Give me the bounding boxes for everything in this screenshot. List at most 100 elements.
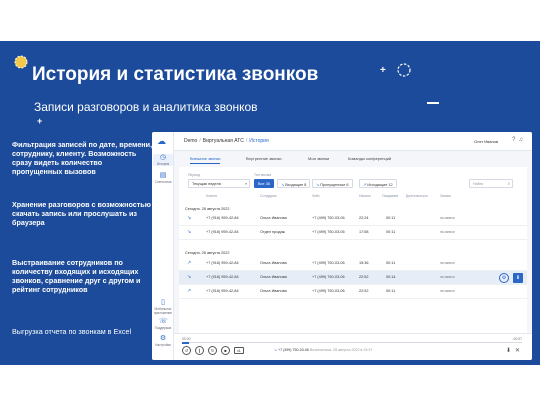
tab-external-calls[interactable]: Внешние звонки <box>190 156 221 164</box>
table-row[interactable]: ↘ +7 (916) 959-42-84 Ольга Иванова +7 (4… <box>179 212 527 226</box>
chip-count: 6 <box>346 183 349 187</box>
phone-icon: ▯ <box>161 299 165 306</box>
column-header-start[interactable]: Начало <box>359 194 371 198</box>
column-header-line[interactable]: Чейз <box>312 194 320 198</box>
slide-subtitle: Записи разговоров и аналитика звонков <box>34 100 258 114</box>
player-call-info: ↘ +7 (499) 750-03-06 Вознесенска, 28 авг… <box>274 348 372 352</box>
breadcrumb-section[interactable]: Виртуальная АТС <box>203 138 244 144</box>
history-panel: Период Текущая неделя ▾ Тип звонка Все 3… <box>179 167 527 360</box>
filter-chip-outgoing[interactable]: ↗Исходящие 12 <box>359 179 397 188</box>
employee-name: Ольга Иванова <box>260 289 287 293</box>
filter-chip-all[interactable]: Все 36 <box>254 179 274 188</box>
player-seek-bar[interactable] <box>182 341 522 344</box>
breadcrumb-root[interactable]: Demo <box>184 138 197 144</box>
wait-time: 00:14 <box>386 275 396 279</box>
gear-icon: ⚙ <box>159 335 167 342</box>
presentation-slide: + + История и статистика звонков Записи … <box>0 41 540 365</box>
date-group-label: Сегодня, 28 августа 2022 <box>185 251 230 255</box>
player-actions: ⬇✕ <box>506 347 524 354</box>
chip-label: Исходящие <box>367 183 388 187</box>
player-time-total: -00:57 <box>512 337 522 341</box>
player-progress-fill <box>182 341 189 344</box>
download-record-button[interactable]: ⬇ <box>513 273 523 283</box>
chip-label: Все <box>258 182 265 186</box>
line-number: +7 (499) 750-03-06 <box>312 289 345 293</box>
missed-call-icon: ↘ <box>316 183 320 187</box>
record-status: на записи <box>440 261 455 265</box>
feature-recordings: Хранение разговоров с возможностью скача… <box>12 200 151 227</box>
search-icon: ⌕ <box>507 181 510 186</box>
incoming-call-icon: ↘ <box>281 183 285 187</box>
sidebar-item-mobile-app[interactable]: ▯ Мобильное приложение <box>153 299 173 315</box>
table-row[interactable]: ↘ +7 (916) 959-42-84 Отдел продаж +7 (49… <box>179 226 527 240</box>
forward-button[interactable]: ↻ <box>208 346 217 355</box>
history-icon: ◷ <box>159 154 167 161</box>
tab-internal-calls[interactable]: Внутренние звонки <box>246 156 281 161</box>
sidebar-item-label: Поддержка <box>154 326 172 330</box>
support-icon: ☏ <box>159 318 168 325</box>
filter-chip-missed[interactable]: ↘Пропущенные 6 <box>312 179 353 188</box>
player-call-detail: Вознесенска, 28 августа 2022 в 15:37 <box>309 348 373 352</box>
period-label: Период <box>188 173 200 177</box>
chip-label: Входящие <box>285 183 304 187</box>
record-status: на записи <box>440 289 455 293</box>
player-time-current: 00:00 <box>182 337 191 341</box>
user-name[interactable]: Олег Иванов <box>474 139 498 144</box>
call-tabs: Внешние звонки Внутренние звонки Мои зво… <box>174 152 532 164</box>
playback-speed-button[interactable]: x1 <box>234 347 244 354</box>
outgoing-call-icon: ↗ <box>363 183 367 187</box>
download-icon[interactable]: ⬇ <box>506 348 515 354</box>
filter-chip-incoming[interactable]: ↘Входящие 8 <box>277 179 311 188</box>
column-header-record[interactable]: Запись <box>440 194 451 198</box>
feature-excel-export: Выгрузка отчета по звонкам в Excel <box>12 327 132 336</box>
call-type-label: Тип звонка <box>254 173 272 177</box>
column-header-employee[interactable]: Сотрудник <box>260 194 276 198</box>
table-row[interactable]: ↗ +7 (916) 959-42-84 Ольга Иванова +7 (4… <box>179 285 527 299</box>
player-line-number: +7 (499) 750-03-06 <box>278 348 309 352</box>
sidebar-item-settings[interactable]: ⚙ Настройки <box>153 335 173 347</box>
tab-my-calls[interactable]: Мои звонки <box>308 156 329 161</box>
table-row[interactable]: ↗ +7 (916) 959-42-84 Ольга Иванова +7 (4… <box>179 257 527 271</box>
rewind-button[interactable]: ↺ <box>182 346 191 355</box>
sidebar-item-history[interactable]: ◷ История <box>153 154 173 166</box>
chip-count: 8 <box>304 183 307 187</box>
wait-time: 00:11 <box>386 216 396 220</box>
plus-decoration: + <box>380 65 386 76</box>
record-status: на записи <box>440 230 455 234</box>
sidebar-item-label: История <box>156 162 170 166</box>
feature-filtering: Фильтрация записей по дате, времени, сот… <box>12 140 153 176</box>
client-number: +7 (916) 959-42-84 <box>206 261 239 265</box>
pause-button[interactable]: ∥ <box>195 346 204 355</box>
tab-conference-commands[interactable]: Команды конференций <box>348 156 391 161</box>
close-icon[interactable]: ✕ <box>515 348 524 354</box>
sidebar-item-support[interactable]: ☏ Поддержка <box>153 318 173 330</box>
sidebar-item-label: Настройки <box>155 343 171 347</box>
employee-name: Ольга Иванова <box>260 275 287 279</box>
period-select[interactable]: Текущая неделя ▾ <box>188 179 250 188</box>
record-options-icon[interactable]: ⚙ <box>499 273 509 283</box>
sidebar-item-statistics[interactable]: ▤ Статистика <box>153 172 173 184</box>
chip-count: 36 <box>265 182 270 186</box>
line-number: +7 (499) 750-03-06 <box>312 230 345 234</box>
breadcrumb-current: История <box>249 138 269 144</box>
dashed-circle <box>397 63 411 77</box>
column-header-wait[interactable]: Ожидание <box>382 194 398 198</box>
client-number: +7 (916) 959-42-84 <box>206 289 239 293</box>
employee-name: Отдел продаж <box>260 230 286 234</box>
line-number: +7 (499) 750-03-06 <box>312 261 345 265</box>
stop-button[interactable]: ■ <box>221 346 230 355</box>
employee-name: Ольга Иванова <box>260 261 287 265</box>
app-window: ☁ ◷ История ▤ Статистика ▯ Мобильное при… <box>152 132 532 360</box>
outgoing-call-icon: ↗ <box>187 260 192 266</box>
start-time: 22:52 <box>359 289 369 293</box>
column-header-duration[interactable]: Длительность <box>406 194 428 198</box>
table-row-selected[interactable]: ↘ +7 (916) 959-42-84 Ольга Иванова +7 (4… <box>179 271 527 285</box>
wait-time: 00:11 <box>386 261 396 265</box>
column-header-client[interactable]: Клиент <box>206 194 217 198</box>
sidebar-item-label: Статистика <box>154 180 172 184</box>
app-topbar: Demo / Виртуальная АТС / История Олег Иванов… <box>174 132 532 151</box>
chip-label: Пропущенные <box>320 183 346 187</box>
breadcrumb-separator: / <box>245 138 248 144</box>
notifications-icon[interactable]: ♫ <box>519 137 527 143</box>
search-input[interactable]: Найти ⌕ <box>469 179 513 188</box>
